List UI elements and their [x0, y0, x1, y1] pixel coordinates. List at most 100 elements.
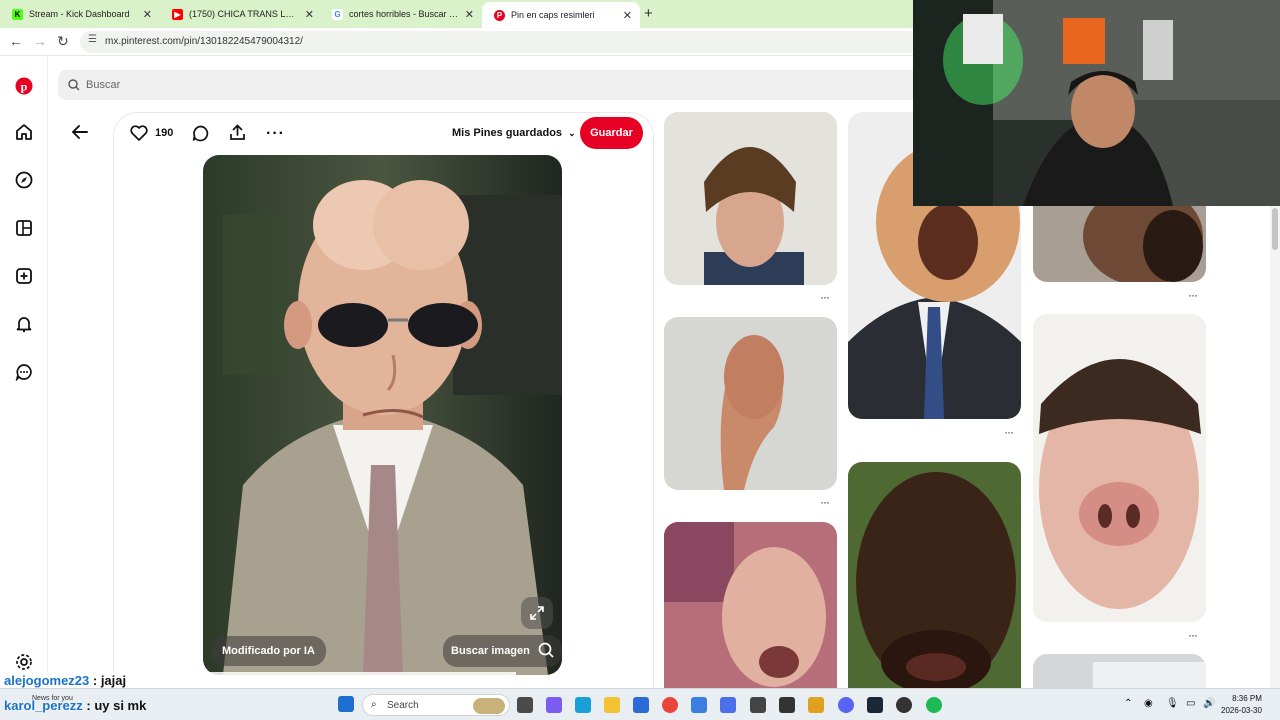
create-icon[interactable]	[14, 266, 34, 286]
tab-youtube[interactable]: ▶ (1750) CHICA TRANS LE CANTA ✕	[160, 4, 322, 24]
expand-icon[interactable]	[521, 597, 553, 629]
back-icon[interactable]: ←	[9, 33, 23, 49]
scrollbar-thumb[interactable]	[1272, 208, 1278, 250]
chat-text: : jajaj	[89, 673, 127, 688]
app-tray-icon[interactable]: ◉	[1144, 698, 1153, 709]
lens-icon	[538, 642, 554, 661]
clock-date: 2026-03-30	[1221, 706, 1262, 715]
forward-icon[interactable]: →	[33, 33, 47, 49]
windows-taskbar: News for you ⌕ Search ⌃ ◉ 🎙 ▭ 🔊 8:36 PM …	[0, 688, 1280, 720]
pin-more-icon[interactable]: ···	[820, 290, 830, 304]
pin-image[interactable]: Modificado por IA Buscar imagen	[203, 155, 562, 675]
app-icon[interactable]	[720, 697, 736, 713]
chat-message: alejogomez23 : jajaj	[4, 673, 126, 688]
discord-icon[interactable]	[838, 697, 854, 713]
tab-google-search[interactable]: G cortes horribles - Buscar con Go ✕	[320, 4, 482, 24]
grid-app-icon[interactable]	[750, 697, 766, 713]
task-view-icon[interactable]	[517, 697, 533, 713]
search-icon	[68, 78, 80, 96]
new-tab-button[interactable]: +	[644, 5, 653, 22]
tab-pinterest[interactable]: P Pin en caps resimleri ✕	[482, 2, 640, 28]
related-pin-image[interactable]	[664, 522, 837, 688]
tab-title: Pin en caps resimleri	[511, 10, 595, 20]
google-icon: G	[332, 8, 343, 20]
tab-kick-dashboard[interactable]: K Stream - Kick Dashboard ✕	[0, 4, 160, 24]
related-pin-image[interactable]	[664, 317, 837, 490]
windows-start-icon[interactable]	[338, 696, 354, 712]
pinterest-sidebar: p	[0, 56, 48, 676]
chrome-icon[interactable]	[662, 697, 678, 713]
taskbar-search[interactable]: ⌕ Search	[362, 694, 510, 716]
home-icon[interactable]	[14, 122, 34, 142]
search-placeholder: Buscar	[86, 79, 121, 91]
tab-title: (1750) CHICA TRANS LE CANTA	[189, 9, 299, 19]
close-tab-icon[interactable]: ✕	[143, 8, 152, 21]
pinterest-icon: P	[494, 9, 505, 21]
webcam-overlay	[913, 0, 1280, 206]
ai-modified-badge: Modificado por IA	[211, 636, 326, 666]
back-arrow-icon[interactable]	[70, 122, 90, 147]
related-pin-image[interactable]	[1033, 206, 1206, 282]
explore-icon[interactable]	[14, 170, 34, 190]
chat-username: alejogomez23	[4, 673, 90, 688]
pinterest-logo-icon[interactable]: p	[14, 76, 34, 96]
comment-icon[interactable]	[192, 125, 209, 147]
address-bar[interactable]: ☰ mx.pinterest.com/pin/13018224547900431…	[80, 31, 920, 53]
search-highlight-icon	[473, 698, 505, 714]
chat-text: : uy si mk	[82, 698, 147, 713]
youtube-icon: ▶	[172, 8, 183, 20]
spotify-icon[interactable]	[926, 697, 942, 713]
svg-text:p: p	[21, 80, 28, 94]
notifications-icon[interactable]	[14, 314, 34, 334]
board-dropdown[interactable]: Mis Pines guardados ⌄	[452, 127, 576, 139]
visual-search-button[interactable]: Buscar imagen	[443, 635, 562, 667]
copilot-icon[interactable]	[546, 697, 562, 713]
chevron-down-icon: ⌄	[568, 128, 576, 138]
microphone-icon[interactable]: 🎙	[1166, 698, 1179, 709]
clock-time: 8:36 PM	[1232, 694, 1262, 703]
volume-icon[interactable]: 🔊	[1203, 698, 1215, 709]
chat-message: karol_perezz : uy si mk	[4, 698, 146, 713]
more-options-icon[interactable]: ···	[266, 125, 285, 143]
search-icon: ⌕	[371, 699, 377, 710]
network-icon[interactable]: ▭	[1186, 698, 1195, 709]
related-pin-image[interactable]	[664, 112, 837, 285]
heart-icon[interactable]	[130, 125, 148, 146]
settings-icon[interactable]	[14, 652, 34, 672]
pin-more-icon[interactable]: ···	[1004, 425, 1014, 439]
related-pin-image[interactable]	[1033, 654, 1206, 688]
pin-more-icon[interactable]: ···	[1188, 288, 1198, 302]
tab-title: Stream - Kick Dashboard	[29, 9, 130, 19]
chat-username: karol_perezz	[4, 698, 83, 713]
share-icon[interactable]	[229, 124, 246, 146]
system-clock[interactable]: 8:36 PM 2026-03-30	[1221, 693, 1262, 717]
close-tab-icon[interactable]: ✕	[305, 8, 314, 21]
related-pin-image[interactable]	[848, 462, 1021, 688]
site-info-icon[interactable]: ☰	[88, 34, 97, 45]
taskbar-search-label: Search	[387, 700, 419, 711]
obs-icon[interactable]	[896, 697, 912, 713]
tab-title: cortes horribles - Buscar con Go	[349, 9, 459, 19]
save-button[interactable]: Guardar	[580, 117, 643, 149]
url-text: mx.pinterest.com/pin/130182245479004312/	[105, 36, 303, 47]
store-icon[interactable]	[691, 697, 707, 713]
like-count: 190	[155, 127, 174, 139]
edge-icon[interactable]	[575, 697, 591, 713]
reload-icon[interactable]: ↻	[57, 33, 69, 50]
close-tab-icon[interactable]: ✕	[465, 8, 474, 21]
pin-more-icon[interactable]: ···	[820, 495, 830, 509]
steam-icon[interactable]	[867, 697, 883, 713]
messages-icon[interactable]	[14, 362, 34, 382]
boards-icon[interactable]	[14, 218, 34, 238]
folder-icon[interactable]	[808, 697, 824, 713]
pin-more-icon[interactable]: ···	[1188, 628, 1198, 642]
tray-overflow-icon[interactable]: ⌃	[1124, 698, 1132, 709]
vertical-scrollbar[interactable]	[1270, 206, 1280, 688]
visual-search-label: Buscar imagen	[451, 645, 530, 657]
related-pin-image[interactable]	[1033, 314, 1206, 622]
search-input[interactable]: Buscar	[58, 70, 918, 100]
close-tab-icon[interactable]: ✕	[623, 9, 632, 22]
capcut-icon[interactable]	[779, 697, 795, 713]
outlook-icon[interactable]	[633, 697, 649, 713]
file-explorer-icon[interactable]	[604, 697, 620, 713]
